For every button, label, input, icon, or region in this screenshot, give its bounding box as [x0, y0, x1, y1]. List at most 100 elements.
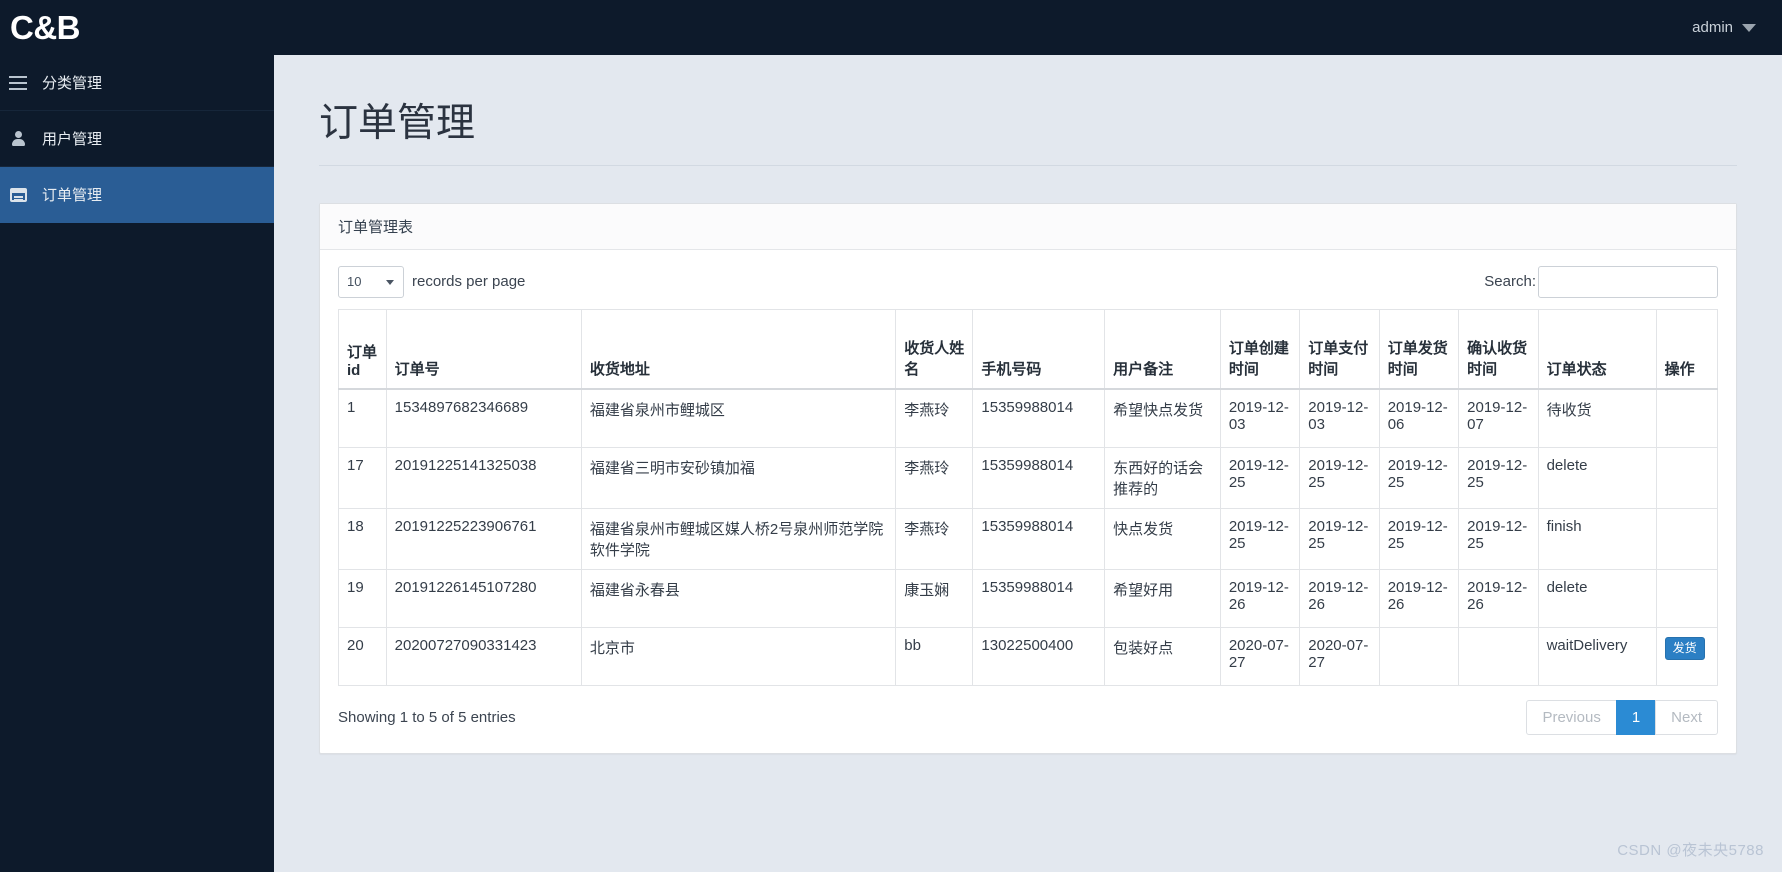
cell-order-no: 20191225223906761 — [385, 507, 582, 570]
table-header-cell-9[interactable]: 确认收货时间 — [1458, 308, 1539, 391]
cell-shipped: 2019-12-06 — [1378, 388, 1460, 448]
cell-order-no: 20191226145107280 — [385, 568, 582, 628]
cell-receiver: bb — [895, 626, 974, 686]
pagination-next[interactable]: Next — [1655, 699, 1718, 735]
cell-remark: 包装好点 — [1104, 626, 1221, 686]
table-header-row: 订单id 订单号 收货地址 收货人姓名 手机号码 用户备注 订单创建时间 订单支付时间 订单发货… — [338, 308, 1719, 391]
cell-phone: 15359988014 — [972, 388, 1106, 448]
top-navbar: C&B admin — [0, 0, 1782, 55]
table-header-cell-5[interactable]: 用户备注 — [1104, 308, 1221, 391]
cell-receiver: 康玉娴 — [895, 568, 974, 628]
page-title: 订单管理 — [319, 102, 476, 145]
user-menu-label: admin — [1692, 19, 1733, 36]
table-header-cell-4[interactable]: 手机号码 — [972, 308, 1106, 391]
cell-phone: 15359988014 — [972, 568, 1106, 628]
cell-phone: 15359988014 — [972, 507, 1106, 570]
brand-logo[interactable]: C&B — [0, 11, 274, 44]
table-header-cell-7[interactable]: 订单支付时间 — [1299, 308, 1380, 391]
cell-shipped: 2019-12-25 — [1378, 446, 1460, 509]
cell-paid: 2019-12-03 — [1299, 388, 1380, 448]
cell-received: 2019-12-07 — [1458, 388, 1539, 448]
cell-action — [1655, 388, 1719, 448]
cell-receiver: 李燕玲 — [895, 388, 974, 448]
cell-remark: 快点发货 — [1104, 507, 1221, 570]
main-content: 订单管理 订单管理表 102550100 records per page Se… — [274, 55, 1782, 872]
cell-remark: 希望快点发货 — [1104, 388, 1221, 448]
sidebar-item-category[interactable]: 分类管理 — [0, 55, 274, 111]
cell-remark: 希望好用 — [1104, 568, 1221, 628]
sidebar-item-label: 订单管理 — [42, 187, 103, 204]
table-header-cell-11[interactable]: 操作 — [1655, 308, 1719, 391]
cell-receiver: 李燕玲 — [895, 507, 974, 570]
ship-button[interactable]: 发货 — [1664, 636, 1705, 661]
pagination-page-1[interactable]: 1 — [1615, 699, 1657, 735]
cell-shipped: 2019-12-26 — [1378, 568, 1460, 628]
panel-body: 102550100 records per page Search: 订单id订… — [320, 250, 1736, 753]
cell-action — [1655, 568, 1719, 628]
table-footer: Showing 1 to 5 of 5 entries Previous 1 N… — [338, 699, 1718, 735]
table-row: 18 20191225223906761 福建省泉州市鲤城区媒人桥2号泉州师范学院软… — [338, 507, 1719, 570]
table-header-cell-8[interactable]: 订单发货时间 — [1378, 308, 1460, 391]
table-controls: 102550100 records per page Search: — [338, 265, 1718, 298]
pagination-previous[interactable]: Previous — [1526, 699, 1617, 735]
sidebar-item-label: 分类管理 — [42, 75, 103, 92]
page-length-group: 102550100 records per page — [338, 265, 526, 298]
cell-id: 17 — [338, 446, 387, 509]
cell-address: 福建省三明市安砂镇加福 — [580, 446, 897, 509]
table-row: 17 20191225141325038 福建省三明市安砂镇加福 李燕玲 1535998… — [338, 446, 1719, 509]
cell-action: 发货 — [1655, 626, 1719, 686]
orders-table: 订单id 订单号 收货地址 收货人姓名 手机号码 用户备注 订单创建时间 订单支付时间 订单发货… — [338, 308, 1719, 686]
cell-order-no: 1534897682346689 — [385, 388, 582, 448]
table-header-cell-6[interactable]: 订单创建时间 — [1219, 308, 1301, 391]
cell-phone: 13022500400 — [972, 626, 1106, 686]
orders-panel: 订单管理表 102550100 records per page Search: — [319, 202, 1737, 754]
cell-shipped: 2019-12-25 — [1378, 507, 1460, 570]
cell-id: 18 — [338, 507, 387, 570]
records-per-page-label: records per page — [412, 273, 526, 291]
cell-address: 福建省泉州市鲤城区 — [580, 388, 897, 448]
watermark: CSDN @夜未央5788 — [1617, 842, 1764, 859]
page-length-select[interactable]: 102550100 — [338, 265, 404, 298]
table-body: 1 1534897682346689 福建省泉州市鲤城区 李燕玲 15359988014… — [338, 388, 1719, 686]
search-group: Search: — [1484, 265, 1718, 298]
table-row: 20 20200727090331423 北京市 bb 13022500400 包装好点 2… — [338, 626, 1719, 686]
cell-paid: 2019-12-26 — [1299, 568, 1380, 628]
cell-id: 20 — [338, 626, 387, 686]
search-input[interactable] — [1538, 265, 1718, 298]
cell-id: 1 — [338, 388, 387, 448]
table-header-cell-3[interactable]: 收货人姓名 — [895, 308, 974, 391]
cell-status: waitDelivery — [1537, 626, 1657, 686]
table-header-cell-2[interactable]: 收货地址 — [580, 308, 897, 391]
cell-order-no: 20200727090331423 — [385, 626, 582, 686]
cell-paid: 2020-07-27 — [1299, 626, 1380, 686]
sidebar-item-users[interactable]: 用户管理 — [0, 111, 274, 167]
cell-paid: 2019-12-25 — [1299, 446, 1380, 509]
sidebar-item-label: 用户管理 — [42, 131, 103, 148]
app-root: C&B admin 分类管理 用户管理 订单管理 订单管理 订单管理表 10 r… — [0, 0, 1782, 872]
cell-remark: 东西好的话会推荐的 — [1104, 446, 1221, 509]
cell-created: 2019-12-25 — [1219, 446, 1301, 509]
cell-status: delete — [1537, 446, 1657, 509]
cell-status: delete — [1537, 568, 1657, 628]
cell-action — [1655, 507, 1719, 570]
cell-received — [1458, 626, 1539, 686]
cell-address: 福建省泉州市鲤城区媒人桥2号泉州师范学院软件学院 — [580, 507, 897, 570]
table-header-cell-0[interactable]: 订单id — [338, 308, 387, 391]
cell-created: 2019-12-25 — [1219, 507, 1301, 570]
cell-action — [1655, 446, 1719, 509]
cell-phone: 15359988014 — [972, 446, 1106, 509]
sidebar-item-orders[interactable]: 订单管理 — [0, 167, 274, 223]
cell-shipped — [1378, 626, 1460, 686]
user-menu[interactable]: admin — [1692, 19, 1782, 36]
table-row: 19 20191226145107280 福建省永春县 康玉娴 15359988014 希… — [338, 568, 1719, 628]
table-head: 订单id 订单号 收货地址 收货人姓名 手机号码 用户备注 订单创建时间 订单支付时间 订单发货… — [338, 308, 1719, 391]
table-header-cell-1[interactable]: 订单号 — [385, 308, 582, 391]
user-icon — [8, 130, 28, 148]
cell-created: 2020-07-27 — [1219, 626, 1301, 686]
cell-paid: 2019-12-25 — [1299, 507, 1380, 570]
cell-created: 2019-12-03 — [1219, 388, 1301, 448]
panel-heading: 订单管理表 — [320, 203, 1736, 250]
cell-id: 19 — [338, 568, 387, 628]
table-header-cell-10[interactable]: 订单状态 — [1537, 308, 1657, 391]
cell-received: 2019-12-26 — [1458, 568, 1539, 628]
